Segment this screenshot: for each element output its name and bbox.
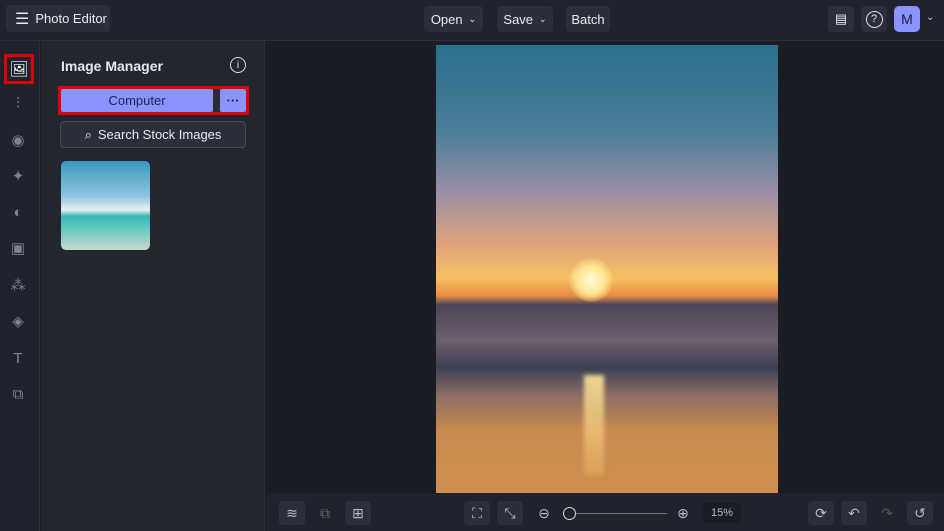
save-label: Save: [503, 11, 534, 27]
image-manager-panel: Image Manager i Computer ··· ⌕ Search St…: [41, 41, 265, 531]
image-manager-icon[interactable]: 🖼: [4, 54, 34, 84]
eye-icon[interactable]: ◉: [6, 128, 30, 152]
batch-label: Batch: [571, 11, 605, 27]
image-thumbnail[interactable]: [61, 161, 150, 250]
zoom-in-icon: ⊕: [677, 504, 689, 521]
save-menu-button[interactable]: Save ⌄: [497, 6, 553, 32]
help-icon: ?: [865, 10, 883, 28]
zoom-slider-handle[interactable]: [563, 507, 576, 520]
compare-icon: ⧉: [320, 504, 330, 521]
app-title: Photo Editor: [35, 11, 107, 26]
app-menu-button[interactable]: ☰ Photo Editor: [6, 5, 110, 32]
help-button[interactable]: ?: [861, 6, 887, 32]
text-icon[interactable]: T: [6, 346, 30, 370]
sun: [569, 258, 613, 302]
expand-icon: ⛶: [472, 504, 482, 521]
comment-icon: ▤: [834, 11, 848, 26]
fit-screen-button[interactable]: ⛶: [464, 501, 490, 525]
redo-icon: ↷: [881, 504, 893, 521]
hamburger-icon: ☰: [15, 10, 30, 28]
rotate-button[interactable]: ⟳: [808, 501, 834, 525]
zoom-slider[interactable]: [563, 513, 667, 514]
frame-icon[interactable]: ▣: [6, 236, 30, 260]
chevron-down-icon: ⌄: [539, 13, 547, 24]
undo-icon: ↶: [848, 504, 860, 521]
layers-button[interactable]: ≋: [279, 501, 305, 525]
actual-size-button[interactable]: ⤡: [497, 501, 523, 525]
refresh-icon: ⟳: [815, 504, 827, 521]
palette-icon[interactable]: ◐: [6, 200, 30, 224]
batch-button[interactable]: Batch: [566, 6, 610, 32]
zoom-in-button[interactable]: ⊕: [670, 501, 696, 525]
search-icon: ⌕: [84, 126, 92, 142]
grid-button[interactable]: ⊞: [345, 501, 371, 525]
info-icon[interactable]: i: [230, 57, 246, 73]
compare-button[interactable]: ⧉: [312, 501, 338, 525]
bottom-toolbar: ≋ ⧉ ⊞ ⛶ ⤡ ⊖ ⊕ 15% ⟳ ↶ ↷ ↺: [266, 493, 944, 531]
grid-icon: ⊞: [352, 504, 364, 521]
panel-title: Image Manager: [61, 58, 163, 74]
photo-canvas[interactable]: [436, 45, 778, 493]
chevron-down-icon: ⌄: [468, 13, 477, 24]
top-bar: ☰ Photo Editor Open ⌄ Save ⌄ Batch ▤ ? M ⌄: [0, 0, 944, 41]
layers-icon: ≋: [286, 504, 298, 521]
chevron-down-icon[interactable]: ⌄: [926, 12, 934, 23]
search-stock-images-button[interactable]: ⌕ Search Stock Images: [60, 121, 246, 148]
history-icon: ↺: [914, 504, 926, 521]
zoom-level[interactable]: 15%: [703, 503, 741, 523]
overlay-icon[interactable]: ◈: [6, 309, 30, 333]
sun-reflection: [584, 375, 604, 475]
search-stock-label: Search Stock Images: [97, 127, 222, 142]
history-button[interactable]: ↺: [907, 501, 933, 525]
open-menu-button[interactable]: Open ⌄: [424, 6, 483, 32]
tool-rail: 🖼 ⫶ ◉ ✦ ◐ ▣ ⁂ ◈ T ⧉: [0, 41, 40, 531]
redo-button[interactable]: ↷: [874, 501, 900, 525]
sparkle-icon[interactable]: ✦: [6, 164, 30, 188]
more-options-button[interactable]: ···: [220, 89, 246, 112]
shapes-icon[interactable]: ⁂: [6, 273, 30, 297]
open-label: Open: [430, 11, 463, 27]
canvas-area: [266, 41, 944, 493]
feedback-button[interactable]: ▤: [828, 6, 854, 32]
zoom-out-icon: ⊖: [538, 504, 550, 521]
undo-button[interactable]: ↶: [841, 501, 867, 525]
zoom-out-button[interactable]: ⊖: [531, 501, 557, 525]
adjustments-icon[interactable]: ⫶: [6, 91, 30, 115]
collapse-icon: ⤡: [504, 504, 516, 521]
avatar[interactable]: M: [894, 6, 920, 32]
texture-icon[interactable]: ⧉: [6, 382, 30, 406]
computer-upload-button[interactable]: Computer: [61, 89, 213, 112]
